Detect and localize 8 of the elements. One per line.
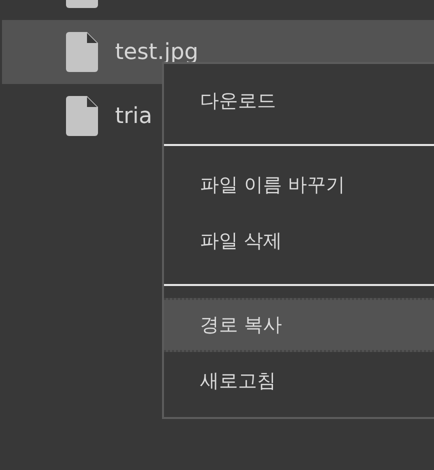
file-name[interactable]: test.jpg <box>115 40 198 64</box>
menu-item[interactable]: 경로 복사 <box>164 298 434 352</box>
menu-item[interactable]: 파일 삭제 <box>164 214 434 268</box>
menu-item[interactable]: 파일 이름 바꾸기 <box>164 158 434 212</box>
file-icon <box>66 32 98 72</box>
menu-item[interactable]: 새로고침 <box>164 354 434 408</box>
file-icon <box>66 96 98 136</box>
file-name[interactable]: tria <box>115 104 152 128</box>
